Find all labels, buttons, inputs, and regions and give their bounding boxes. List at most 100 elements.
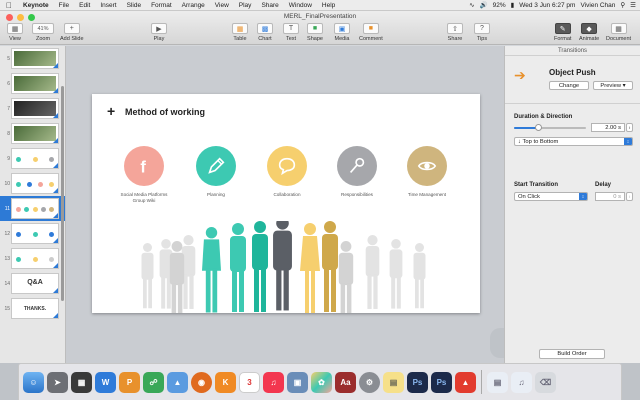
current-slide[interactable]: + Method of working f Social Media Platf… — [92, 94, 480, 313]
finder-icon[interactable]: ☺ — [23, 371, 44, 393]
wifi-icon[interactable]: ∿ — [469, 1, 474, 9]
search-icon[interactable]: ⚲ — [620, 1, 625, 9]
build-order-button[interactable]: Build Order — [539, 349, 605, 359]
slide-thumbnail-5[interactable]: 5 — [0, 46, 65, 71]
volume-icon[interactable]: 🔊 — [480, 1, 488, 9]
comment-button[interactable]: ■ Comment — [359, 23, 383, 42]
add-slide-button[interactable]: + Add Slide — [60, 23, 84, 42]
menu-view[interactable]: View — [210, 2, 234, 9]
slide-canvas[interactable]: + Method of working f Social Media Platf… — [66, 46, 510, 363]
responsibilities-circle[interactable] — [337, 146, 377, 186]
photoshop-icon[interactable]: Ps — [407, 371, 428, 393]
slide-title[interactable]: Method of working — [125, 107, 205, 117]
collaboration-circle[interactable] — [267, 146, 307, 186]
menu-slide[interactable]: Slide — [122, 2, 146, 9]
slide-thumbnail-12[interactable]: 12 — [0, 221, 65, 246]
slide-thumbnail-7[interactable]: 7 — [0, 96, 65, 121]
slide-thumbnail-9[interactable]: 9 — [0, 146, 65, 171]
view-button[interactable]: ▦ View — [7, 23, 23, 42]
stickies-icon[interactable]: ▤ — [383, 371, 404, 393]
battery-percent[interactable]: 92% — [493, 2, 506, 9]
start-transition-select[interactable]: On Click ↕ — [514, 192, 588, 201]
comment-icon: ■ — [362, 23, 379, 34]
shape-button[interactable]: ■ Shape — [307, 23, 323, 42]
preview-icon[interactable]: ▣ — [287, 371, 308, 393]
direction-select[interactable]: ↓ Top to Bottom ↕ — [514, 137, 633, 146]
keynote-icon[interactable]: ▲ — [167, 371, 188, 393]
documents-folder-icon[interactable]: ▤ — [487, 371, 508, 393]
menu-insert[interactable]: Insert — [95, 2, 121, 9]
slide-thumbnail-8[interactable]: 8 — [0, 121, 65, 146]
word-icon[interactable]: W — [95, 371, 116, 393]
document-button[interactable]: ▦ Document — [606, 23, 631, 42]
label-responsibilities[interactable]: Responsibilities — [322, 192, 392, 198]
label-collaboration[interactable]: Collaboration — [252, 192, 322, 198]
planning-circle[interactable] — [196, 146, 236, 186]
svg-text:f: f — [140, 158, 146, 176]
toolbar: MERL_FinalPresentation ▦ View 41% Zoom +… — [0, 11, 640, 45]
table-button[interactable]: ▦ Table — [232, 23, 248, 42]
firefox-icon[interactable]: ◉ — [191, 371, 212, 393]
delay-stepper[interactable]: ↕ — [626, 192, 633, 201]
duration-slider[interactable] — [514, 124, 586, 131]
system-preferences-icon[interactable]: ⚙ — [359, 371, 380, 393]
slide-thumbnail-6[interactable]: 6 — [0, 71, 65, 96]
menu-play[interactable]: Play — [234, 2, 257, 9]
label-time-management[interactable]: Time Management — [392, 192, 462, 198]
trash-icon[interactable]: ⌫ — [535, 371, 556, 393]
list-icon[interactable]: ☰ — [630, 1, 636, 9]
menu-app-name[interactable]: Keynote — [18, 2, 54, 9]
duration-field[interactable]: 2.00 s — [591, 123, 625, 132]
menu-file[interactable]: File — [54, 2, 74, 9]
preview-button[interactable]: Preview ▾ — [593, 81, 633, 90]
slide-thumbnail-15[interactable]: 15 THANKS. — [0, 296, 65, 321]
launchpad-icon[interactable]: ➤ — [47, 371, 68, 393]
shape-icon: ■ — [307, 23, 323, 34]
slider-knob[interactable] — [534, 124, 542, 131]
time-management-circle[interactable] — [407, 146, 447, 186]
slide-thumbnail-11[interactable]: 11 — [0, 196, 65, 221]
navigator-scrollbar[interactable] — [61, 86, 64, 301]
slide-thumbnail-13[interactable]: 13 — [0, 246, 65, 271]
battery-icon[interactable]: ▮ — [511, 1, 515, 9]
animate-button[interactable]: ◆ Animate — [579, 23, 599, 42]
slide-thumbnail-14[interactable]: 14 Q&A — [0, 271, 65, 296]
facebook-circle[interactable]: f — [124, 146, 164, 186]
label-planning[interactable]: Planning — [181, 192, 251, 198]
slide-thumbnail-10[interactable]: 10 — [0, 171, 65, 196]
chart-button[interactable]: ▩ Chart — [257, 23, 273, 42]
photos-icon[interactable]: ✿ — [311, 371, 332, 393]
sketchup-icon[interactable]: ▲ — [455, 371, 476, 393]
mission-control-icon[interactable]: ▦ — [71, 371, 92, 393]
dictionary-icon[interactable]: Aa — [335, 371, 356, 393]
menu-arrange[interactable]: Arrange — [177, 2, 210, 9]
share-button[interactable]: ⇧ Share — [447, 23, 463, 42]
menu-format[interactable]: Format — [146, 2, 177, 9]
zoom-button[interactable]: 41% Zoom — [32, 23, 54, 42]
menu-help[interactable]: Help — [317, 2, 340, 9]
format-button[interactable]: ✎ Format — [554, 23, 571, 42]
clock[interactable]: Wed 3 Jun 6:27 pm — [519, 2, 575, 9]
tips-button[interactable]: ? Tips — [474, 23, 490, 42]
menu-window[interactable]: Window — [284, 2, 317, 9]
menu-share[interactable]: Share — [256, 2, 283, 9]
play-button[interactable]: ▶ Play — [151, 23, 167, 42]
kindle-icon[interactable]: K — [215, 371, 236, 393]
label-social-media[interactable]: Social Media Platforms Group Wiki — [109, 192, 179, 204]
business-people-silhouettes[interactable] — [132, 221, 452, 313]
delay-field[interactable]: 0 s — [595, 192, 625, 201]
change-button[interactable]: Change — [549, 81, 589, 90]
user-name[interactable]: Vivien Chan — [580, 2, 615, 9]
menu-edit[interactable]: Edit — [74, 2, 95, 9]
text-button[interactable]: T Text — [283, 23, 299, 42]
music-file-icon[interactable]: ♫ — [511, 371, 532, 393]
powerpoint-icon[interactable]: P — [119, 371, 140, 393]
calendar-icon[interactable]: 3 — [239, 371, 260, 393]
music-icon[interactable]: ♫ — [263, 371, 284, 393]
photoshop-icon-2[interactable]: Ps — [431, 371, 452, 393]
apple-icon[interactable]:  — [0, 1, 18, 10]
network-icon[interactable]: ☍ — [143, 371, 164, 393]
duration-stepper[interactable]: ↕ — [626, 123, 633, 132]
effect-name: Object Push — [549, 68, 596, 77]
media-button[interactable]: ▣ Media — [334, 23, 350, 42]
